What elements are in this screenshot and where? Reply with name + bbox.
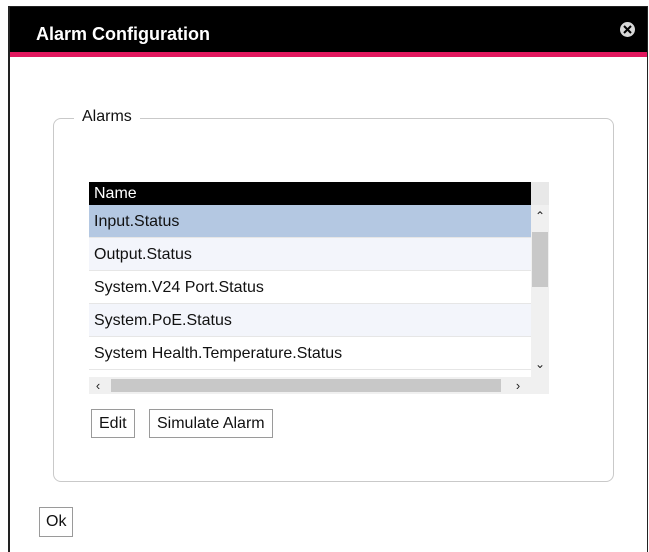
edit-button[interactable]: Edit xyxy=(91,409,135,438)
vertical-scroll-thumb[interactable] xyxy=(532,232,548,287)
simulate-alarm-button[interactable]: Simulate Alarm xyxy=(149,409,273,438)
column-header-name[interactable]: Name xyxy=(89,182,531,205)
alarms-group: Alarms Name Input.Status Output.Status S… xyxy=(53,108,614,482)
table-row[interactable]: System.PoE.Status xyxy=(89,304,531,337)
close-icon[interactable] xyxy=(620,22,635,37)
alarm-configuration-dialog: Alarm Configuration Alarms Name Input.St… xyxy=(8,6,648,552)
horizontal-scrollbar[interactable]: ‹ › xyxy=(89,377,531,394)
scroll-down-icon[interactable]: ⌄ xyxy=(531,357,549,373)
scrollbar-corner xyxy=(531,377,549,394)
table-row[interactable]: System.V24 Port.Status xyxy=(89,271,531,304)
alarms-rows: Input.Status Output.Status System.V24 Po… xyxy=(89,205,531,370)
table-row[interactable]: Output.Status xyxy=(89,238,531,271)
table-row[interactable]: System Health.Temperature.Status xyxy=(89,337,531,370)
alarms-table: Name Input.Status Output.Status System.V… xyxy=(89,182,549,394)
header-scroll-spacer xyxy=(531,182,549,205)
alarms-legend: Alarms xyxy=(74,108,140,126)
scroll-up-icon[interactable]: ⌃ xyxy=(531,209,549,225)
dialog-title: Alarm Configuration xyxy=(36,24,210,44)
table-row[interactable]: Input.Status xyxy=(89,205,531,238)
ok-button[interactable]: Ok xyxy=(39,507,74,537)
vertical-scrollbar[interactable]: ⌃ ⌄ xyxy=(531,205,549,377)
scroll-left-icon[interactable]: ‹ xyxy=(89,377,107,394)
horizontal-scroll-thumb[interactable] xyxy=(111,379,501,392)
scroll-right-icon[interactable]: › xyxy=(509,377,527,394)
title-bar: Alarm Configuration xyxy=(10,7,647,57)
